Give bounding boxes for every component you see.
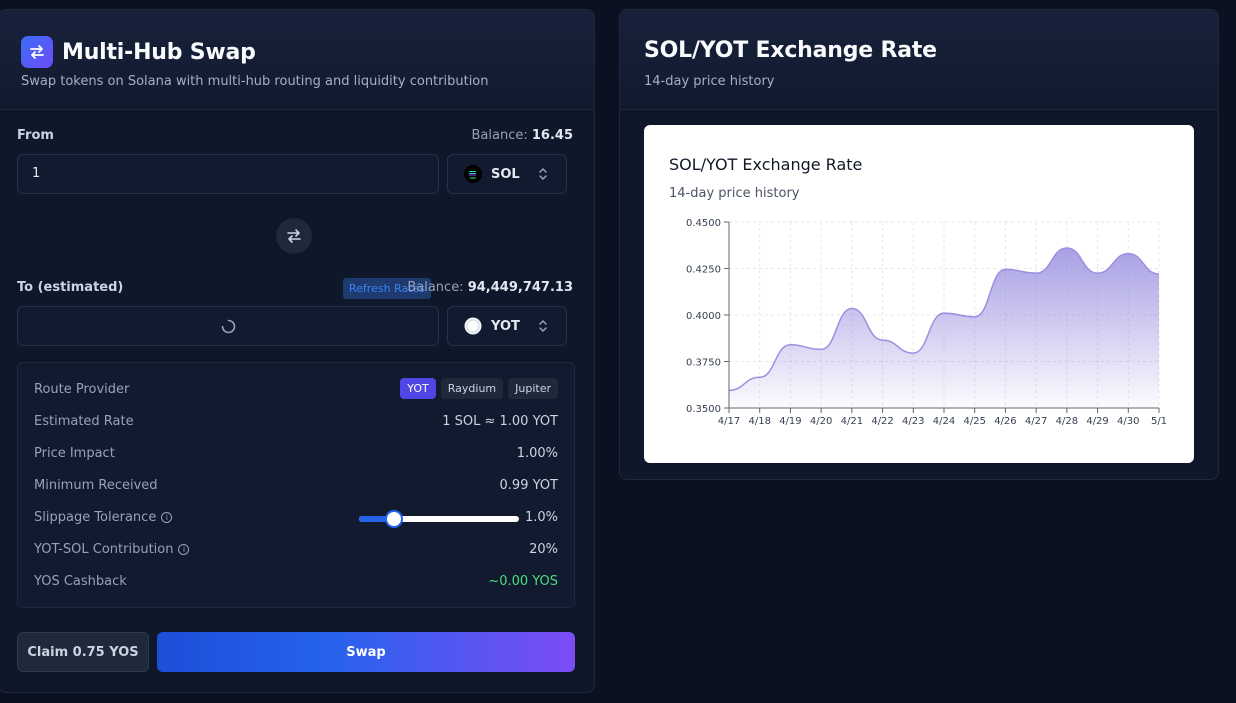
x-tick-label: 4/27 <box>1025 416 1047 427</box>
slippage-row: Slippage Tolerance i 1.0% <box>34 508 558 528</box>
contribution-row: YOT-SOL Contribution i 20% <box>34 540 558 560</box>
yot-token-icon <box>464 317 482 335</box>
slippage-label: Slippage Tolerance <box>34 510 157 525</box>
from-token-select[interactable]: SOL <box>447 154 567 194</box>
to-token-select[interactable]: YOT <box>447 306 567 346</box>
swap-card: Multi-Hub Swap Swap tokens on Solana wit… <box>0 9 595 693</box>
provider-raydium-button[interactable]: Raydium <box>440 378 504 399</box>
estimated-rate-value: 1 SOL ≈ 1.00 YOT <box>442 414 558 429</box>
info-icon[interactable]: i <box>178 544 190 555</box>
x-tick-label: 4/26 <box>994 416 1016 427</box>
route-provider-row: Route Provider YOT Raydium Jupiter <box>34 378 558 400</box>
exchange-rate-subtitle: 14-day price history <box>644 74 775 89</box>
y-tick-label: 0.3750 <box>686 358 721 369</box>
to-token-symbol: YOT <box>491 318 520 334</box>
x-tick-label: 5/1 <box>1151 416 1167 427</box>
from-token-symbol: SOL <box>491 166 520 182</box>
price-impact-value: 1.00% <box>516 446 558 461</box>
y-tick-label: 0.4250 <box>686 265 721 276</box>
route-provider-options: YOT Raydium Jupiter <box>400 378 558 399</box>
exchange-rate-title: SOL/YOT Exchange Rate <box>644 38 937 63</box>
x-tick-label: 4/25 <box>963 416 985 427</box>
swap-title: Multi-Hub Swap <box>62 39 256 65</box>
contribution-label: YOT-SOL Contribution <box>34 542 174 557</box>
provider-jupiter-button[interactable]: Jupiter <box>508 378 558 399</box>
swap-button[interactable]: Swap <box>157 632 575 672</box>
x-tick-label: 4/29 <box>1086 416 1108 427</box>
chevron-updown-icon <box>539 319 547 333</box>
slippage-value: 1.0% <box>524 510 558 525</box>
contribution-label-wrap: YOT-SOL Contribution i <box>34 542 190 557</box>
from-balance-value: 16.45 <box>531 128 573 143</box>
minimum-received-label: Minimum Received <box>34 478 158 493</box>
chevron-updown-icon <box>539 167 547 181</box>
from-amount-input[interactable]: 1 <box>17 154 439 194</box>
minimum-received-row: Minimum Received 0.99 YOT <box>34 476 558 496</box>
reverse-direction-button[interactable] <box>276 218 312 254</box>
x-tick-label: 4/21 <box>841 416 863 427</box>
x-tick-label: 4/17 <box>718 416 740 427</box>
swap-card-header: Multi-Hub Swap Swap tokens on Solana wit… <box>0 10 594 110</box>
slippage-slider[interactable] <box>359 510 519 528</box>
x-tick-label: 4/20 <box>810 416 832 427</box>
exchange-rate-chart: 0.4500 0.4250 0.4000 0.3750 0.35004/17 4/18 4/… <box>686 218 1167 427</box>
from-amount-value: 1 <box>32 166 41 181</box>
y-tick-label: 0.4500 <box>686 218 721 229</box>
x-tick-label: 4/23 <box>902 416 924 427</box>
y-tick-label: 0.4000 <box>686 311 721 322</box>
to-amount-output <box>17 306 439 346</box>
x-tick-label: 4/18 <box>748 416 770 427</box>
y-tick-label: 0.3500 <box>686 404 721 415</box>
chart-container: SOL/YOT Exchange Rate 14-day price histo… <box>644 125 1194 463</box>
to-label: To (estimated) <box>17 280 124 295</box>
cashback-value: ~0.00 YOS <box>488 574 558 589</box>
exchange-rate-header: SOL/YOT Exchange Rate 14-day price histo… <box>620 10 1218 110</box>
slippage-label-wrap: Slippage Tolerance i <box>34 510 173 525</box>
exchange-rate-card: SOL/YOT Exchange Rate 14-day price histo… <box>619 9 1219 480</box>
x-tick-label: 4/30 <box>1117 416 1139 427</box>
swap-details-panel: Route Provider YOT Raydium Jupiter Estim… <box>17 362 575 608</box>
x-tick-label: 4/19 <box>779 416 801 427</box>
x-tick-label: 4/24 <box>933 416 955 427</box>
cashback-label: YOS Cashback <box>34 574 127 589</box>
swap-arrows-icon <box>287 229 301 243</box>
estimated-rate-row: Estimated Rate 1 SOL ≈ 1.00 YOT <box>34 412 558 432</box>
to-balance: Balance: 94,449,747.13 <box>407 280 573 295</box>
to-balance-label: Balance: <box>407 280 464 295</box>
info-icon[interactable]: i <box>161 512 173 523</box>
slippage-slider-thumb[interactable] <box>385 510 404 528</box>
x-tick-label: 4/28 <box>1056 416 1078 427</box>
contribution-value: 20% <box>529 542 558 557</box>
from-balance: Balance: 16.45 <box>472 128 574 143</box>
x-tick-label: 4/22 <box>871 416 893 427</box>
cashback-row: YOS Cashback ~0.00 YOS <box>34 572 558 592</box>
minimum-received-value: 0.99 YOT <box>499 478 558 493</box>
to-balance-value: 94,449,747.13 <box>467 280 573 295</box>
price-impact-label: Price Impact <box>34 446 115 461</box>
from-balance-label: Balance: <box>471 128 528 143</box>
claim-yos-button[interactable]: Claim 0.75 YOS <box>17 632 149 672</box>
from-label: From <box>17 128 54 143</box>
swap-arrows-icon <box>21 36 53 68</box>
provider-yot-button[interactable]: YOT <box>400 378 436 399</box>
price-impact-row: Price Impact 1.00% <box>34 444 558 464</box>
route-provider-label: Route Provider <box>34 382 130 397</box>
swap-subtitle: Swap tokens on Solana with multi-hub rou… <box>21 74 489 89</box>
loading-spinner-icon <box>221 319 236 334</box>
sol-token-icon <box>464 165 482 183</box>
estimated-rate-label: Estimated Rate <box>34 414 134 429</box>
